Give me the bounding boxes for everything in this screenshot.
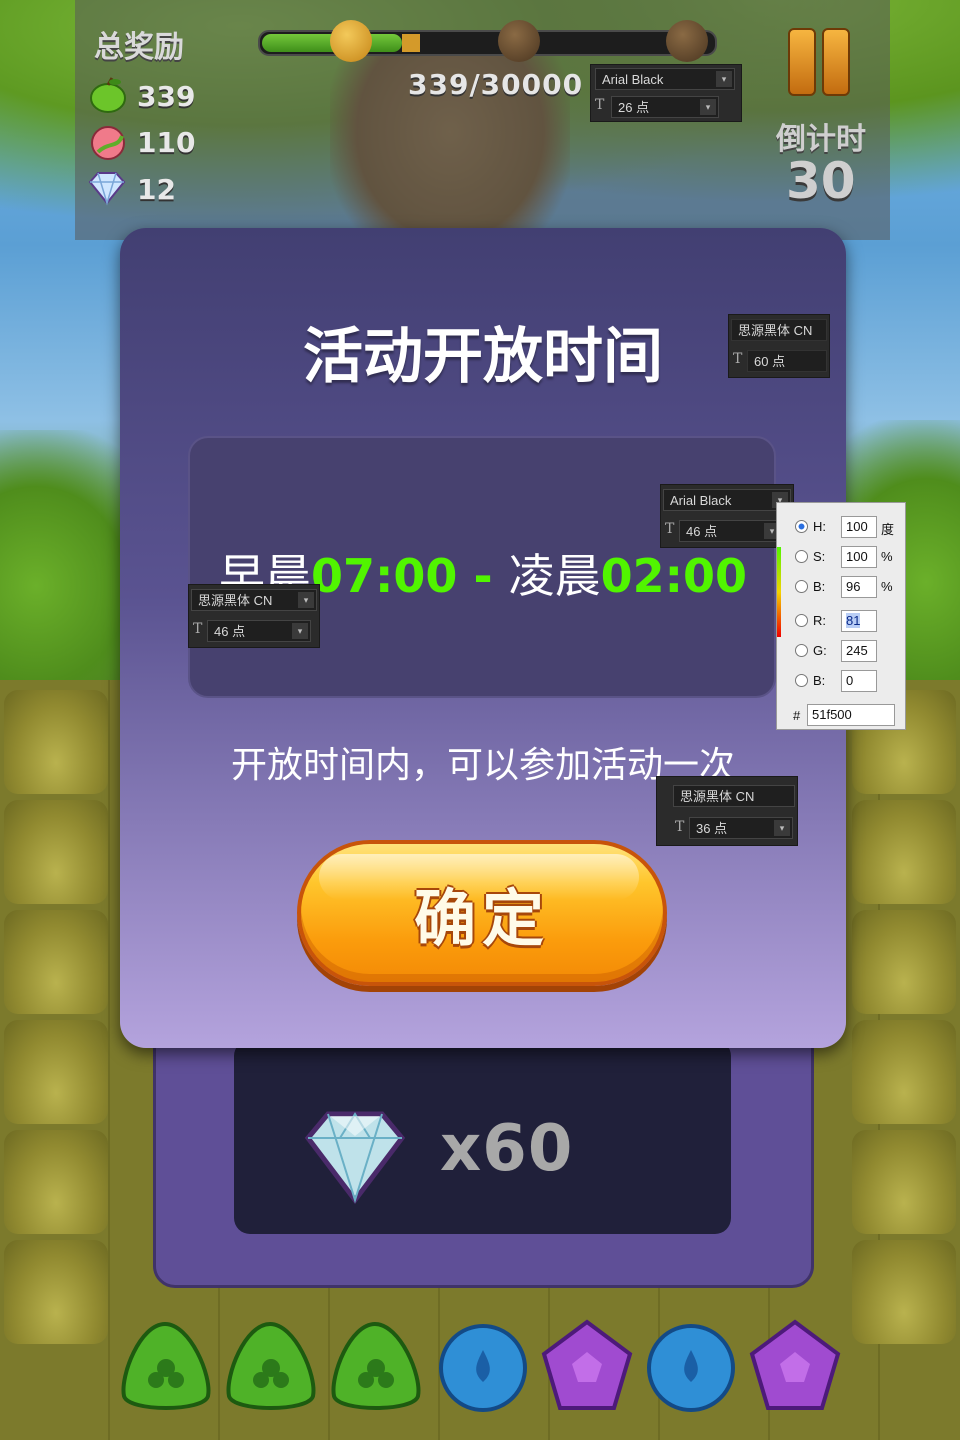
golden-nut-icon xyxy=(330,20,372,62)
peach-count: 110 xyxy=(137,126,196,159)
red-label: R: xyxy=(813,613,826,628)
brightness-radio[interactable] xyxy=(795,580,808,593)
red-radio[interactable] xyxy=(795,614,808,627)
grass-tile xyxy=(852,1020,956,1124)
green-leaf-gem[interactable] xyxy=(121,1321,211,1410)
confirm-button-label: 确定 xyxy=(413,882,550,955)
font-size-icon: T xyxy=(733,351,743,367)
grass-tile xyxy=(852,1130,956,1234)
grass-tile xyxy=(4,910,108,1014)
font-family-select[interactable]: 思源黑体 CN ▾ xyxy=(191,589,317,611)
saturation-radio[interactable] xyxy=(795,550,808,563)
total-reward-label: 总奖励 xyxy=(94,30,184,65)
font-family-select[interactable]: 思源黑体 CN xyxy=(731,319,827,341)
grass-tile xyxy=(852,1240,956,1344)
font-size-icon: T xyxy=(595,97,605,113)
grass-tile xyxy=(4,800,108,904)
start-time: 07:00 xyxy=(311,549,458,603)
font-size-select[interactable]: 46 点 ▾ xyxy=(679,520,783,542)
green-radio[interactable] xyxy=(795,644,808,657)
brightness-unit: % xyxy=(881,579,893,594)
font-panel: Arial Black ▾ T 46 点 ▾ xyxy=(660,484,794,548)
blue-radio[interactable] xyxy=(795,674,808,687)
blue-drop-gem[interactable] xyxy=(439,1324,527,1412)
confirm-button[interactable]: 确定 xyxy=(297,840,667,986)
saturation-unit: % xyxy=(881,549,893,564)
nut-milestone-icon xyxy=(666,20,708,62)
saturation-input[interactable]: 100 xyxy=(841,546,877,568)
font-panel: 思源黑体 CN ▾ T 46 点 ▾ xyxy=(188,584,320,648)
color-spectrum-strip[interactable] xyxy=(777,547,781,637)
font-size-select[interactable]: 46 点 ▾ xyxy=(207,620,311,642)
blue-drop-gem[interactable] xyxy=(647,1324,735,1412)
green-leaf-gem[interactable] xyxy=(331,1321,421,1410)
hex-input[interactable]: 51f500 xyxy=(807,704,895,726)
score-progress-marker xyxy=(402,34,420,52)
red-input[interactable]: 81 xyxy=(841,610,877,632)
purple-pentagon-gem[interactable] xyxy=(749,1319,841,1410)
hue-input[interactable]: 100 xyxy=(841,516,877,538)
grass-tile xyxy=(4,690,108,794)
font-size-icon: T xyxy=(675,819,685,835)
green-leaf-gem[interactable] xyxy=(226,1321,316,1410)
time-separator: - xyxy=(457,549,509,603)
grass-tile xyxy=(4,1240,108,1344)
font-family-select[interactable]: 思源黑体 CN xyxy=(673,785,795,807)
font-size-select[interactable]: 60 点 xyxy=(747,350,827,372)
green-label: G: xyxy=(813,643,827,658)
time-prefix-early-morning: 凌晨 xyxy=(508,549,601,603)
font-panel: Arial Black ▾ T 26 点 ▾ xyxy=(590,64,742,122)
font-family-select[interactable]: Arial Black ▾ xyxy=(663,489,791,511)
font-size-select[interactable]: 36 点 ▾ xyxy=(689,817,793,839)
pause-icon xyxy=(822,28,850,96)
countdown-value: 30 xyxy=(786,152,856,210)
font-panel: 思源黑体 CN T 36 点 ▾ xyxy=(656,776,798,846)
score-progress-text: 339/30000 xyxy=(408,68,584,101)
apple-count: 339 xyxy=(137,80,196,113)
hex-hash: # xyxy=(793,708,801,723)
font-size-icon: T xyxy=(665,521,675,537)
blue-label: B: xyxy=(813,673,826,688)
diamond-icon xyxy=(304,1111,406,1204)
grass-tile xyxy=(4,1020,108,1124)
pause-icon xyxy=(788,28,816,96)
brightness-input[interactable]: 96 xyxy=(841,576,877,598)
reward-count: x60 xyxy=(440,1112,574,1186)
purple-pentagon-gem[interactable] xyxy=(541,1319,633,1410)
grass-tile xyxy=(852,910,956,1014)
pause-button[interactable] xyxy=(788,28,850,96)
font-family-select[interactable]: Arial Black ▾ xyxy=(595,68,735,90)
gem-count: 12 xyxy=(137,173,176,206)
grass-tile xyxy=(4,1130,108,1234)
font-panel: 思源黑体 CN T 60 点 xyxy=(728,314,830,378)
color-picker-panel: H: 100 度 S: 100 % B: 96 % R: 81 G: 245 B… xyxy=(776,502,906,730)
gem-row xyxy=(121,1319,841,1412)
diamond-icon xyxy=(88,172,126,206)
font-size-select[interactable]: 26 点 ▾ xyxy=(611,96,719,118)
saturation-label: S: xyxy=(813,549,826,564)
score-progress-bar xyxy=(258,30,717,56)
hue-label: H: xyxy=(813,519,826,534)
green-input[interactable]: 245 xyxy=(841,640,877,662)
hue-radio[interactable] xyxy=(795,520,808,533)
apple-icon xyxy=(90,77,126,113)
grass-tile xyxy=(852,800,956,904)
nut-milestone-icon xyxy=(498,20,540,62)
blue-input[interactable]: 0 xyxy=(841,670,877,692)
brightness-label: B: xyxy=(813,579,826,594)
peach-icon xyxy=(91,126,125,160)
hue-unit: 度 xyxy=(881,522,895,537)
font-size-icon: T xyxy=(193,621,203,637)
end-time: 02:00 xyxy=(600,549,747,603)
